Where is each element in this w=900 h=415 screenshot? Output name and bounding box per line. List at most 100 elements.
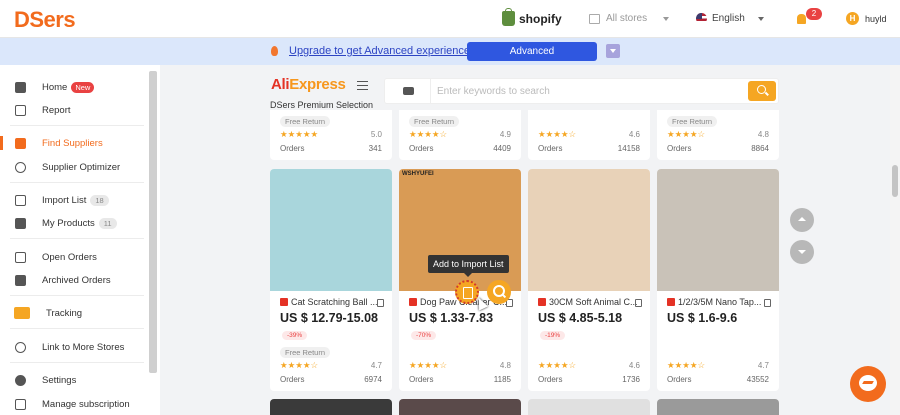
orders-count: 1185 xyxy=(493,375,511,384)
sidebar-item-import-list[interactable]: Import List 18 xyxy=(0,191,148,209)
product-title[interactable]: Cat Scratching Ball ... xyxy=(280,297,380,307)
sidebar-item-label: Find Suppliers xyxy=(42,137,103,149)
product-image[interactable] xyxy=(528,169,650,291)
rating-stars: ★★★★☆ xyxy=(409,129,448,139)
user-menu[interactable]: H huyld xyxy=(846,12,887,25)
truck-icon xyxy=(14,307,30,319)
zoom-search-button[interactable] xyxy=(487,280,511,304)
product-image[interactable] xyxy=(270,169,392,291)
orders-label: Orders xyxy=(538,144,563,153)
home-icon xyxy=(15,81,26,93)
upgrade-link[interactable]: Upgrade to get Advanced experience. xyxy=(289,45,473,57)
scroll-down-button[interactable] xyxy=(790,240,814,264)
product-title-text: 1/2/3/5M Nano Tap... xyxy=(678,297,762,307)
stores-dropdown[interactable]: All stores xyxy=(589,13,670,24)
divider xyxy=(10,238,144,239)
orders-count: 1736 xyxy=(622,375,640,384)
sidebar-item-settings[interactable]: Settings xyxy=(0,371,148,389)
sidebar-item-manage-subscription[interactable]: Manage subscription xyxy=(0,395,148,413)
discount-badge: -39% xyxy=(282,331,308,340)
sidebar-item-supplier-optimizer[interactable]: Supplier Optimizer xyxy=(0,158,148,176)
orders-count: 8864 xyxy=(751,144,769,153)
count-badge: 11 xyxy=(98,217,117,229)
sidebar-item-tracking[interactable]: Tracking xyxy=(0,304,148,322)
stores-label: All stores xyxy=(606,13,648,24)
search-input[interactable] xyxy=(437,83,737,99)
product-card[interactable]: 1/2/3/5M Nano Tap... US $ 1.6-9.6 ★★★★☆ 4.7… xyxy=(657,169,779,391)
report-icon xyxy=(15,104,26,116)
page-scrollbar[interactable] xyxy=(890,65,900,415)
sidebar-item-link-more-stores[interactable]: Link to More Stores xyxy=(0,338,148,356)
product-card-partial[interactable] xyxy=(657,399,779,415)
divider xyxy=(10,125,144,126)
scroll-up-button[interactable] xyxy=(790,208,814,232)
sidebar: Home New Report Find Suppliers Supplier O… xyxy=(0,65,160,415)
copy-icon[interactable] xyxy=(764,299,771,307)
sidebar-item-label: Supplier Optimizer xyxy=(42,161,121,173)
sidebar-item-home[interactable]: Home New xyxy=(0,78,148,96)
shopify-store-selector[interactable]: shopify xyxy=(502,8,562,26)
aliexpress-icon xyxy=(280,298,288,306)
discount-badge: -70% xyxy=(411,331,437,340)
add-to-import-tooltip: Add to Import List xyxy=(428,255,509,277)
ae-logo-part: Ali xyxy=(271,76,290,93)
rating-value: 5.0 xyxy=(370,130,382,139)
search-button[interactable] xyxy=(748,81,776,101)
product-card[interactable]: Free Return ★★★★★ 5.0 Orders 341 xyxy=(270,110,392,160)
sidebar-item-label: Settings xyxy=(42,374,77,386)
collapse-banner-button[interactable] xyxy=(606,44,620,58)
language-selector[interactable]: English xyxy=(696,13,764,24)
list-icon xyxy=(15,194,26,206)
product-title[interactable]: 1/2/3/5M Nano Tap... xyxy=(667,297,767,307)
product-card[interactable]: Cat Scratching Ball ... US $ 12.79-15.08 -… xyxy=(270,169,392,391)
us-flag-icon xyxy=(696,13,707,24)
camera-icon[interactable] xyxy=(385,79,431,103)
sidebar-item-find-suppliers[interactable]: Find Suppliers xyxy=(0,134,148,152)
aliexpress-logo: AliExpress xyxy=(271,76,346,93)
divider xyxy=(10,295,144,296)
menu-icon[interactable] xyxy=(357,81,368,90)
product-card[interactable]: 30CM Soft Animal C... US $ 4.85-5.18 -19% ★… xyxy=(528,169,650,391)
sidebar-item-label: Tracking xyxy=(46,307,83,319)
page-scrollbar-thumb[interactable] xyxy=(892,165,898,197)
rating-value: 4.9 xyxy=(499,130,511,139)
messenger-chat-button[interactable] xyxy=(850,366,886,402)
product-card-partial[interactable] xyxy=(528,399,650,415)
sidebar-item-report[interactable]: Report xyxy=(0,101,148,119)
orders-label: Orders xyxy=(538,375,563,384)
divider xyxy=(10,328,144,329)
orders-label: Orders xyxy=(667,375,692,384)
sidebar-item-label: My Products 11 xyxy=(42,217,117,229)
sidebar-item-open-orders[interactable]: Open Orders xyxy=(0,248,148,266)
copy-icon[interactable] xyxy=(377,299,384,307)
product-card[interactable]: Free Return ★★★★☆ 4.8 Orders 8864 xyxy=(657,110,779,160)
product-image[interactable] xyxy=(657,169,779,291)
product-card-partial[interactable] xyxy=(399,399,521,415)
product-card-partial[interactable] xyxy=(270,399,392,415)
orders-label: Orders xyxy=(280,144,305,153)
discount-badge: -19% xyxy=(540,331,566,340)
product-title[interactable]: 30CM Soft Animal C... xyxy=(538,297,638,307)
aliexpress-icon xyxy=(538,298,546,306)
product-card[interactable]: ★★★★☆ 4.6 Orders 14158 xyxy=(528,110,650,160)
sidebar-item-my-products[interactable]: My Products 11 xyxy=(0,214,148,232)
rating-stars: ★★★★☆ xyxy=(409,360,448,370)
advanced-button[interactable]: Advanced xyxy=(467,42,597,61)
my-products-label: My Products xyxy=(42,217,95,229)
link-icon xyxy=(15,341,26,353)
sidebar-scrollbar[interactable] xyxy=(149,71,157,373)
aliexpress-icon xyxy=(667,298,675,306)
home-icon xyxy=(15,137,26,149)
sidebar-item-archived-orders[interactable]: Archived Orders xyxy=(0,271,148,289)
sidebar-item-label: Import List 18 xyxy=(42,194,109,206)
clipboard-icon xyxy=(15,251,26,263)
bell-icon[interactable] xyxy=(797,14,806,24)
chevron-down-icon xyxy=(663,16,670,21)
store-icon xyxy=(589,13,600,24)
product-card[interactable]: Free Return ★★★★☆ 4.9 Orders 4409 xyxy=(399,110,521,160)
sidebar-item-label: Manage subscription xyxy=(42,398,130,410)
dsers-logo[interactable]: DSers xyxy=(14,7,76,33)
copy-icon[interactable] xyxy=(635,299,642,307)
orders-label: Orders xyxy=(667,144,692,153)
rating-value: 4.8 xyxy=(757,130,769,139)
